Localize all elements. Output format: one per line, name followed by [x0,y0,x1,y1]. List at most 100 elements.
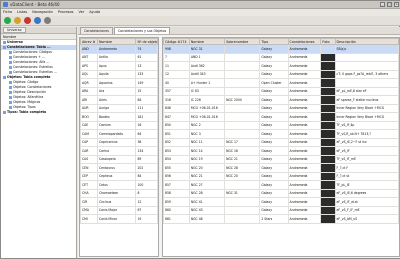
table-row[interactable]: BOO Bootes 181 [80,112,158,122]
table-row[interactable]: ANT Antlia 61 [80,52,158,62]
table-cell: 181 [135,112,158,122]
table-row[interactable]: ARA Ara 15 [80,86,158,96]
table-row[interactable]: ARI Aries 84 [80,95,158,105]
minimize-icon[interactable]: _ [380,2,385,7]
table-row[interactable]: 851 NGC 3 Galaxy Andromeda ?F_vS,R_sb N+ 781… [163,129,399,139]
table-row[interactable]: 856 NGC 21 NGC 20 Galaxy Andromeda F_?,ct st [163,171,399,181]
table-cell [320,44,336,54]
table-row[interactable]: AQR Aquarius 149 [80,78,158,88]
table-cell: NGC 28 [224,163,261,173]
edit-icon[interactable] [14,17,21,24]
table-row[interactable]: AUR Auriga 111 [80,103,158,113]
table-row[interactable]: CAR Carina 134 [80,146,158,156]
table-cell: Inner Region Very Black +MCG [334,112,399,122]
menu-navegacion[interactable]: Navegación [30,9,55,15]
table-cell [224,112,261,122]
maximize-icon[interactable]: □ [387,2,392,7]
table-cell: 856 [163,171,190,181]
table-row[interactable]: CIR Circinus 12 [80,197,158,207]
table-row[interactable]: CAP Capricornus 38 [80,137,158,147]
table-cell: cT; 0 gaps F_ps?A_rebl?, 3 others [334,69,399,79]
table-cell: eF_vS_bM_vS [334,214,399,224]
table-row[interactable]: 857 NGC 27 Galaxy Andromeda ?F_pL_lE [163,180,399,190]
table-row[interactable]: 858 NGC 28 NGC 31 Galaxy Andromeda eF_vS_iE,6… [163,188,399,198]
menu-procesos[interactable]: Procesos [56,9,75,15]
table-row[interactable]: 852 NGC 11 NGC 17 Galaxy Andromeda eF_vS_iE,2… [163,137,399,147]
table-row[interactable]: 357 IC 63 Galaxy Andromeda eF_pL_mE,8 star e… [163,86,399,96]
table-row[interactable]: 853 NGC 14 NGC 16 Galaxy Andromeda eF_vS_iF [163,146,399,156]
table-cell: 12 [163,69,190,79]
table-row[interactable]: CEP Cepheus 84 [80,171,158,181]
table-cell: Galaxy [259,171,289,181]
table-cell: Andromeda [287,163,322,173]
menu-listas[interactable]: Listas [15,9,29,15]
table-row[interactable]: 847 MCG +08-01-016 Galaxy Andromeda Inner Re… [163,112,399,122]
tab-constelaciones-objetos[interactable]: Constelaciones y sus Objetos [113,27,171,34]
table-cell: Galaxy [259,188,289,198]
table-cell: 40 [163,78,190,88]
table-row[interactable]: 998 NGC 31 Galaxy Andromeda SB(s)c [163,44,399,54]
table-cell: Cassiopeia [96,154,137,164]
table-cell: NGC 21 [188,171,226,181]
table-cell: Andromeda [287,44,322,54]
tab-constelaciones[interactable]: Constelaciones [80,27,113,34]
close-icon[interactable]: × [394,2,399,7]
table-row[interactable]: 11 AndI 362 Galaxy Andromeda [163,61,399,71]
table-icon [9,66,12,69]
table-row[interactable]: 7 AND 1 Galaxy Andromeda [163,52,399,62]
table-row[interactable]: APS Apus 13 [80,61,158,71]
table-cell [320,163,336,173]
table-cell: 16 [135,120,158,130]
table-row[interactable]: CEN Centaurus 202 [80,163,158,173]
delete-icon[interactable] [24,17,31,24]
table-icon [9,101,12,104]
menu-ver[interactable]: Ver [76,9,86,15]
table-cell: Chamaeleon [96,188,137,198]
menu-ayuda[interactable]: Ayuda [87,9,102,15]
table-row[interactable]: AND Andromeda 74 [80,44,158,54]
table-row[interactable]: CMI Canis Minor 19 [80,214,158,224]
table-row[interactable]: AQL Aquila 133 [80,69,158,79]
table-row[interactable]: CET Cetus 100 [80,180,158,190]
table-cell: AND 1 [188,52,226,62]
table-cell: Andromeda [287,52,322,62]
table-icon [9,61,12,64]
constellations-grid: Abrev #NombreNº de objetosANDAndromeda74… [79,37,159,257]
refresh-icon[interactable] [34,17,41,24]
table-cell: 111 [135,103,158,113]
table-cell: 851 [163,129,190,139]
table-cell [334,61,399,71]
table-cell: Capricornus [96,137,137,147]
table-row[interactable]: 860 NGC 43 Galaxy Andromeda eF_vS_F_lF_mE [163,205,399,215]
settings-icon[interactable] [44,17,51,24]
table-row[interactable]: 846 MCG +06-01-016 Galaxy Andromeda Inner Re… [163,103,399,113]
table-cell [320,78,336,88]
table-cell [224,197,261,207]
table-row[interactable]: 850 NGC 2 Galaxy Andromeda ?F_vS_iF,4p [163,120,399,130]
table-icon [9,91,12,94]
table-row[interactable]: CAE Caelum 16 [80,120,158,130]
table-row[interactable]: 854 NGC 19 NGC 21 Galaxy Andromeda ?F_vS_iF_m… [163,154,399,164]
table-icon [3,46,6,49]
table-row[interactable]: 12 AndII 343 Galaxy Andromeda cT; 0 gaps F_p… [163,69,399,79]
table-row[interactable]: CAS Cassiopeia 89 [80,154,158,164]
ok-icon[interactable] [4,17,11,24]
tree-item[interactable]: Tipos: Tabla completa [1,110,76,115]
table-row[interactable]: 859 NGC 41 Galaxy Andromeda eF_vS_lF_eLst [163,197,399,207]
table-cell: NGC 43 [188,205,226,215]
table-cell [320,197,336,207]
tab-universo[interactable]: Universo [3,27,26,33]
menu-ficha[interactable]: Ficha [1,9,14,15]
table-row[interactable]: CAM Camelopardalis 64 [80,129,158,139]
table-row[interactable]: CHA Chamaeleon 8 [80,188,158,198]
table-row[interactable]: 855 NGC 20 NGC 28 Galaxy Andromeda F_?,ct F [163,163,399,173]
table-cell: Antlia [96,52,137,62]
table-row[interactable]: 316 IC 226 NGC 2000 Galaxy Andromeda eF spars… [163,95,399,105]
table-row[interactable]: 40 A+ Hunter 1 Open Cluster Andromeda [163,78,399,88]
table-row[interactable]: CMA Canis Major 67 [80,205,158,215]
table-cell: 854 [163,154,190,164]
table-cell [320,112,336,122]
table-cell [320,154,336,164]
table-row[interactable]: 861 NGC 48 2 Stars Andromeda eF_vS_bM_vS [163,214,399,224]
table-cell [320,180,336,190]
